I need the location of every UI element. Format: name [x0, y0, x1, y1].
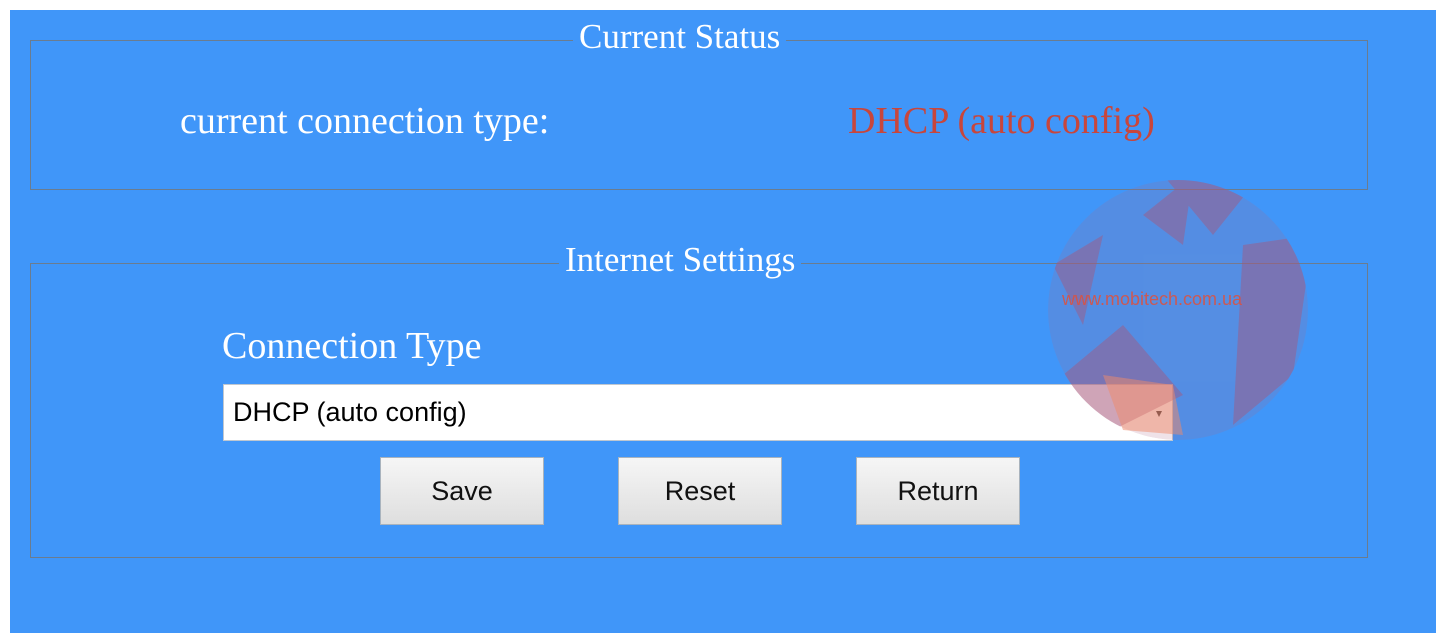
internet-settings-panel: Internet Settings Connection Type DHCP (…	[30, 240, 1368, 558]
current-connection-type-label: current connection type:	[180, 100, 550, 142]
connection-type-selected-value: DHCP (auto config)	[233, 397, 467, 427]
connection-type-label: Connection Type	[222, 325, 482, 367]
dropdown-arrow-icon[interactable]	[1156, 411, 1162, 417]
return-button[interactable]: Return	[856, 457, 1020, 525]
reset-button[interactable]: Reset	[618, 457, 782, 525]
save-button[interactable]: Save	[380, 457, 544, 525]
current-status-legend: Current Status	[573, 17, 787, 57]
current-status-panel: Current Status current connection type: …	[30, 17, 1368, 190]
current-connection-type-value: DHCP (auto config)	[848, 100, 1155, 142]
settings-page: Current Status current connection type: …	[10, 10, 1436, 633]
connection-type-select[interactable]: DHCP (auto config)	[223, 384, 1173, 441]
internet-settings-legend: Internet Settings	[559, 240, 802, 280]
